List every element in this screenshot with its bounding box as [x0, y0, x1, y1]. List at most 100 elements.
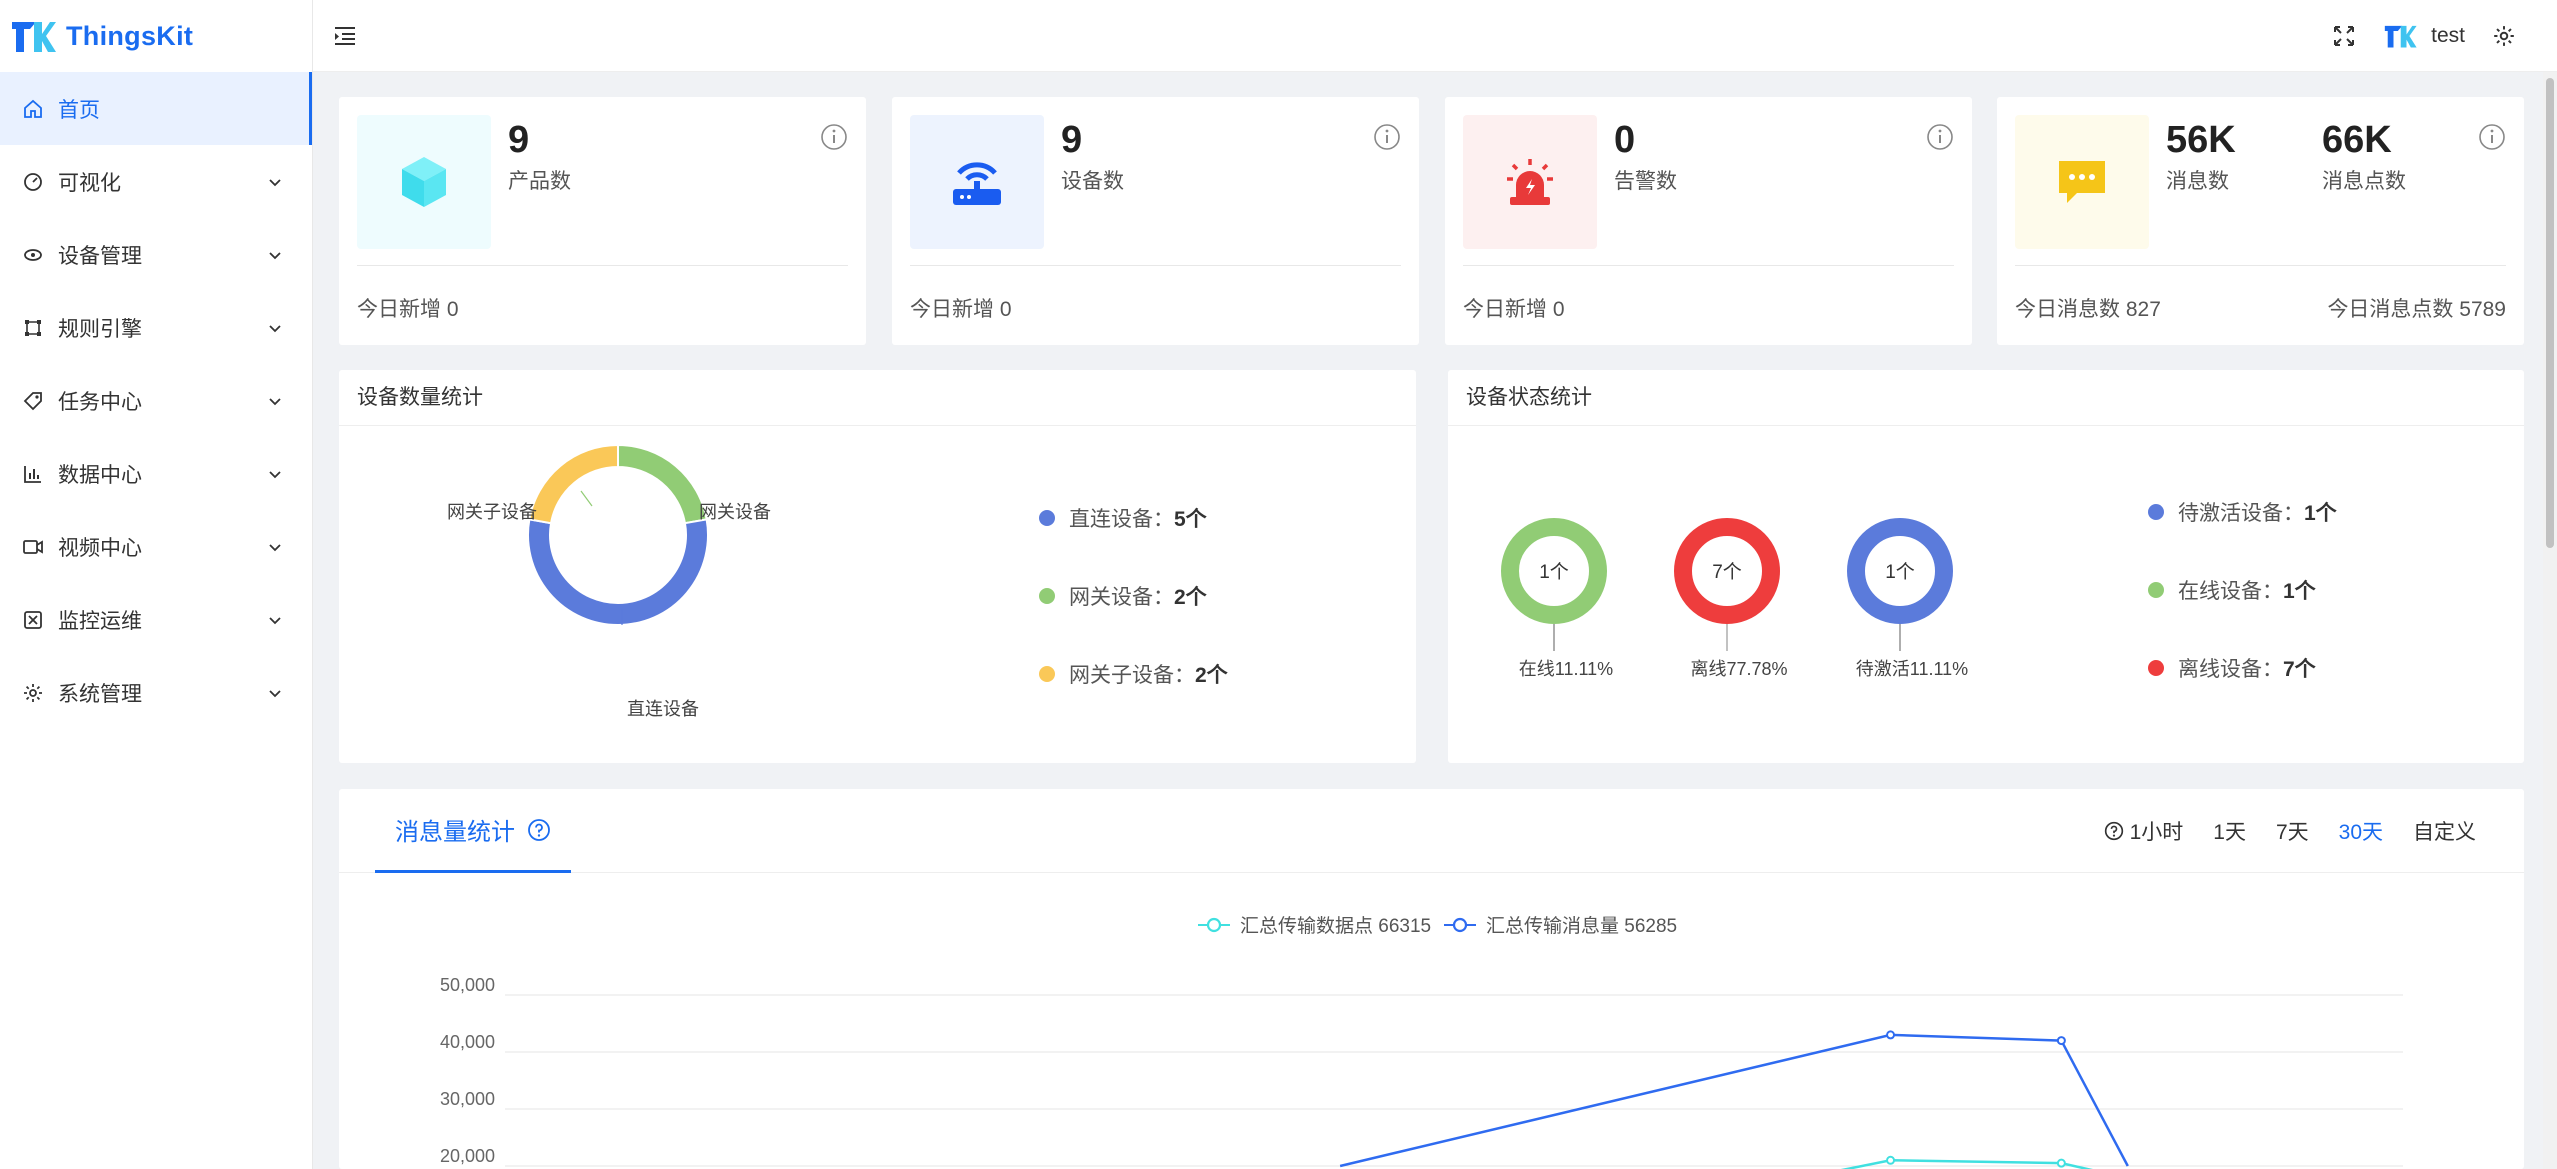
- series-point[interactable]: [2056, 1036, 2066, 1046]
- today-message-points: 今日消息点数 5789: [2327, 298, 2506, 321]
- message-count-label: 消息数: [2166, 170, 2229, 193]
- sidebar-item-label: 可视化: [58, 171, 121, 195]
- series-point[interactable]: [1886, 1030, 1896, 1040]
- user-menu[interactable]: test: [2383, 23, 2465, 49]
- chevron-down-icon: [269, 543, 281, 551]
- legend-name: 直连设备：: [1069, 508, 1174, 531]
- alarm-count-card: 0 告警数 今日新增 0: [1445, 97, 1972, 345]
- panel-title: 设备数量统计: [339, 370, 1416, 426]
- username: test: [2431, 23, 2465, 47]
- sidebar-item-label: 数据中心: [58, 463, 142, 487]
- legend-count: 1个: [2304, 502, 2337, 525]
- product-count-value: 9: [508, 119, 530, 161]
- thingskit-logo-icon: [12, 22, 56, 52]
- divider: [2015, 265, 2506, 266]
- header-actions: test: [2331, 23, 2517, 49]
- sidebar-item-label: 设备管理: [58, 244, 142, 268]
- series-point[interactable]: [1886, 1155, 1896, 1165]
- chevron-down-icon: [269, 178, 281, 186]
- device-icon-box: [910, 115, 1044, 249]
- sidebar-item-video-center[interactable]: 视频中心: [0, 510, 312, 583]
- legend-dot: [1039, 588, 1055, 604]
- alarm-count-value: 0: [1614, 119, 1636, 161]
- product-count-card: 9 产品数 今日新增 0: [339, 97, 866, 345]
- monitor-icon: [24, 610, 42, 629]
- device-count-panel: 设备数量统计 直连设备 网关设备 网关子设备 直连设备： 5个 网关设备： 2个 网…: [339, 370, 1416, 763]
- alarm-today-new: 今日新增 0: [1463, 298, 1565, 321]
- product-today-new: 今日新增 0: [357, 298, 459, 321]
- sidebar-item-label: 监控运维: [58, 609, 142, 633]
- legend-offline-device: 离线设备： 7个: [2148, 653, 2316, 683]
- sidebar-item-data-center[interactable]: 数据中心: [0, 437, 312, 510]
- scrollbar-thumb[interactable]: [2546, 78, 2554, 548]
- device-status-panel: 设备状态统计 1个在线11.11% 7个离线77.78% 1个待激活11.11% 待…: [1448, 370, 2524, 763]
- product-icon-box: [357, 115, 491, 249]
- tag-icon: [23, 391, 42, 410]
- legend-dot: [2148, 582, 2164, 598]
- legend-dot: [1039, 666, 1055, 682]
- legend-count: 1个: [2283, 580, 2316, 603]
- avatar: [2384, 25, 2417, 48]
- legend-count: 5个: [1174, 508, 1207, 531]
- sidebar-item-monitor-ops[interactable]: 监控运维: [0, 583, 312, 656]
- message-count-value: 56K: [2166, 119, 2236, 161]
- alarm-icon: [1507, 159, 1553, 205]
- rule-icon: [25, 319, 41, 336]
- top-header: test: [313, 0, 2557, 72]
- chevron-down-icon: [269, 324, 281, 332]
- video-icon: [23, 539, 43, 554]
- device-status-ring-chart: 1个在线11.11% 7个离线77.78% 1个待激活11.11%: [1501, 518, 1968, 679]
- label-sub-device: 网关子设备: [447, 502, 537, 522]
- message-icon-box: [2015, 115, 2149, 249]
- label-gateway-device: 网关设备: [699, 502, 771, 522]
- info-icon[interactable]: [1373, 123, 1401, 151]
- collapse-menu-button[interactable]: [327, 18, 363, 54]
- message-points-value: 66K: [2322, 119, 2392, 161]
- sidebar-item-task-center[interactable]: 任务中心: [0, 364, 312, 437]
- message-stats-panel: 消息量统计 1小时 1天 7天 30天 自定义 汇总传输数据点 66315 汇总…: [339, 789, 2524, 1169]
- sidebar-item-device-management[interactable]: 设备管理: [0, 218, 312, 291]
- divider: [1463, 265, 1954, 266]
- message-icon: [2059, 161, 2105, 203]
- sidebar-item-home[interactable]: 首页: [0, 72, 312, 145]
- info-icon[interactable]: [820, 123, 848, 151]
- chevron-down-icon: [269, 616, 281, 624]
- sidebar-item-rule-engine[interactable]: 规则引擎: [0, 291, 312, 364]
- ring-center-value: 7个: [1712, 561, 1742, 583]
- legend-dot: [2148, 660, 2164, 676]
- panel-title: 设备状态统计: [1448, 370, 2524, 426]
- home-icon: [24, 99, 42, 118]
- message-count-card: 56K 消息数 66K 消息点数 今日消息数 827 今日消息点数 5789: [1997, 97, 2524, 345]
- sidebar-item-label: 系统管理: [58, 682, 142, 706]
- legend-pending-device: 待激活设备： 1个: [2148, 497, 2337, 527]
- sidebar-item-label: 规则引擎: [58, 317, 142, 341]
- gear-icon: [24, 683, 42, 702]
- settings-button[interactable]: [2491, 23, 2517, 49]
- sidebar: ThingsKit 首页 可视化 设备管理 规则引擎 任务中心 数据中心 视频中…: [0, 0, 313, 1169]
- ring-label: 在线11.11%: [1519, 659, 1613, 679]
- logo[interactable]: ThingsKit: [0, 0, 312, 72]
- sidebar-item-visualization[interactable]: 可视化: [0, 145, 312, 218]
- sidebar-item-label: 首页: [58, 98, 100, 122]
- today-message-count: 今日消息数 827: [2015, 298, 2161, 321]
- info-icon[interactable]: [1926, 123, 1954, 151]
- divider: [357, 265, 848, 266]
- brand-name: ThingsKit: [66, 20, 194, 51]
- divider: [910, 265, 1401, 266]
- donut-slice-1[interactable]: [617, 443, 708, 525]
- ring-label: 待激活11.11%: [1856, 659, 1968, 679]
- ring-label: 离线77.78%: [1690, 659, 1787, 679]
- gear-icon: [2494, 25, 2514, 46]
- fullscreen-icon: [2334, 25, 2355, 46]
- series-point[interactable]: [2056, 1158, 2066, 1168]
- dashboard-icon: [24, 172, 42, 191]
- page-scrollbar[interactable]: [2543, 72, 2557, 1169]
- fullscreen-button[interactable]: [2331, 23, 2357, 49]
- donut-slice-0[interactable]: [527, 518, 709, 626]
- donut-slice-2[interactable]: [528, 443, 619, 525]
- sidebar-item-system-management[interactable]: 系统管理: [0, 656, 312, 729]
- info-icon[interactable]: [2478, 123, 2506, 151]
- message-line-chart: [505, 994, 2403, 1169]
- chevron-down-icon: [269, 397, 281, 405]
- alarm-icon-box: [1463, 115, 1597, 249]
